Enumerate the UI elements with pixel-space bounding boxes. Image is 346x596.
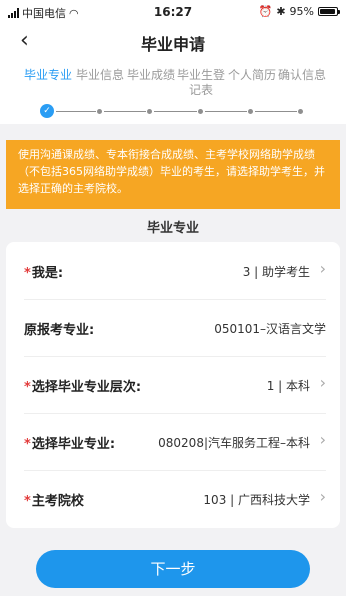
row-label-text: 选择毕业专业:	[31, 437, 116, 452]
notice-banner: 使用沟通课成绩、专本衔接合成成绩、主考学校网络助学成绩（不包括365网络助学成绩…	[6, 140, 340, 209]
form-row-graduation-major[interactable]: *选择毕业专业: 080208|汽车服务工程–本科 ›	[6, 413, 340, 471]
row-value: 050101–汉语言文学	[214, 322, 326, 336]
step-grades[interactable]: 毕业成绩	[126, 68, 176, 83]
row-value: 1 | 本科	[266, 379, 310, 393]
step-dot	[248, 109, 253, 114]
status-bar: 中国电信 ◠ 16:27 ⏰ ✱ 95%	[0, 0, 346, 24]
step-dot	[97, 109, 102, 114]
alarm-icon: ⏰	[258, 5, 273, 18]
step-current-check-icon: ✓	[40, 104, 54, 118]
required-mark: *	[24, 494, 31, 509]
form-row-host-university[interactable]: *主考院校 103 | 广西科技大学 ›	[6, 470, 340, 528]
required-mark: *	[24, 437, 31, 452]
bluetooth-icon: ✱	[276, 5, 286, 18]
battery-percent: 95%	[289, 5, 314, 18]
row-label: *选择毕业专业:	[24, 433, 115, 452]
chevron-right-icon: ›	[319, 430, 326, 449]
step-connector	[104, 111, 146, 112]
nav-bar: ‹ 毕业申请	[0, 24, 346, 58]
step-info[interactable]: 毕业信息	[75, 68, 125, 83]
form-row-level[interactable]: *选择毕业专业层次: 1 | 本科 ›	[6, 356, 340, 414]
page-title: 毕业申请	[140, 35, 205, 54]
row-label-text: 原报考专业:	[24, 323, 95, 338]
row-label: *我是:	[24, 262, 63, 281]
required-mark: *	[24, 266, 31, 281]
step-dot	[147, 109, 152, 114]
step-major[interactable]: 毕业专业	[23, 68, 73, 83]
battery-fill	[320, 9, 336, 14]
row-value: 3 | 助学考生	[242, 265, 310, 279]
chevron-right-icon: ›	[319, 373, 326, 392]
step-dot	[198, 109, 203, 114]
row-value: 103 | 广西科技大学	[203, 493, 310, 507]
row-label-text: 我是:	[31, 266, 64, 281]
form-row-original-major: 原报考专业: 050101–汉语言文学	[6, 299, 340, 357]
step-connector	[205, 111, 247, 112]
battery-icon	[318, 7, 340, 16]
row-label: 原报考专业:	[24, 319, 94, 338]
row-label: *选择毕业专业层次:	[24, 376, 141, 395]
step-connector	[56, 111, 96, 112]
chevron-right-icon: ›	[319, 487, 326, 506]
row-label-text: 选择毕业专业层次:	[31, 380, 142, 395]
step-confirm[interactable]: 确认信息	[277, 68, 327, 83]
step-registration-form[interactable]: 毕业生登记表	[176, 68, 226, 98]
required-mark: *	[24, 380, 31, 395]
chevron-right-icon: ›	[319, 259, 326, 278]
step-connector	[154, 111, 197, 112]
form-card: *我是: 3 | 助学考生 › 原报考专业: 050101–汉语言文学 *选择毕…	[6, 242, 340, 528]
next-step-button[interactable]: 下一步	[36, 550, 310, 588]
step-connector	[255, 111, 297, 112]
status-right: ⏰ ✱ 95%	[258, 5, 340, 18]
step-resume[interactable]: 个人简历	[227, 68, 277, 83]
section-title: 毕业专业	[146, 221, 199, 236]
row-value: 080208|汽车服务工程–本科	[158, 436, 310, 450]
form-row-identity[interactable]: *我是: 3 | 助学考生 ›	[6, 242, 340, 300]
step-dot	[298, 109, 303, 114]
row-label-text: 主考院校	[31, 494, 84, 509]
row-label: *主考院校	[24, 490, 84, 509]
